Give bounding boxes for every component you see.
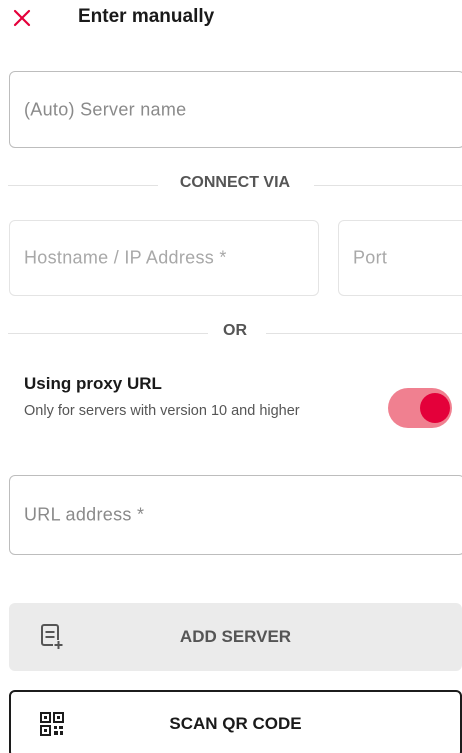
server-name-input[interactable]: (Auto) Server name: [9, 71, 462, 148]
hostname-placeholder: Hostname / IP Address *: [24, 247, 227, 268]
server-name-placeholder: (Auto) Server name: [24, 99, 187, 119]
or-label: OR: [223, 322, 247, 339]
scan-qr-code-button[interactable]: SCAN QR CODE: [9, 690, 462, 753]
scan-qr-code-label: SCAN QR CODE: [169, 714, 302, 733]
url-address-input[interactable]: URL address *: [9, 475, 462, 555]
connect-via-divider: CONNECT VIA: [8, 174, 462, 196]
or-divider: OR: [8, 322, 462, 344]
proxy-title: Using proxy URL: [24, 374, 162, 393]
port-placeholder: Port: [353, 247, 388, 268]
page-title: Enter manually: [78, 6, 215, 27]
hostname-input[interactable]: Hostname / IP Address *: [9, 220, 319, 296]
proxy-description: Only for servers with version 10 and hig…: [24, 403, 300, 419]
url-address-placeholder: URL address *: [24, 504, 145, 525]
add-server-button[interactable]: ADD SERVER: [9, 603, 462, 671]
toggle-thumb: [420, 393, 450, 423]
connect-via-label: CONNECT VIA: [179, 174, 291, 191]
port-input[interactable]: Port: [338, 220, 462, 296]
header: Enter manually: [0, 0, 462, 38]
close-icon[interactable]: [12, 8, 32, 28]
add-server-label: ADD SERVER: [179, 627, 292, 646]
proxy-toggle[interactable]: [388, 388, 452, 428]
